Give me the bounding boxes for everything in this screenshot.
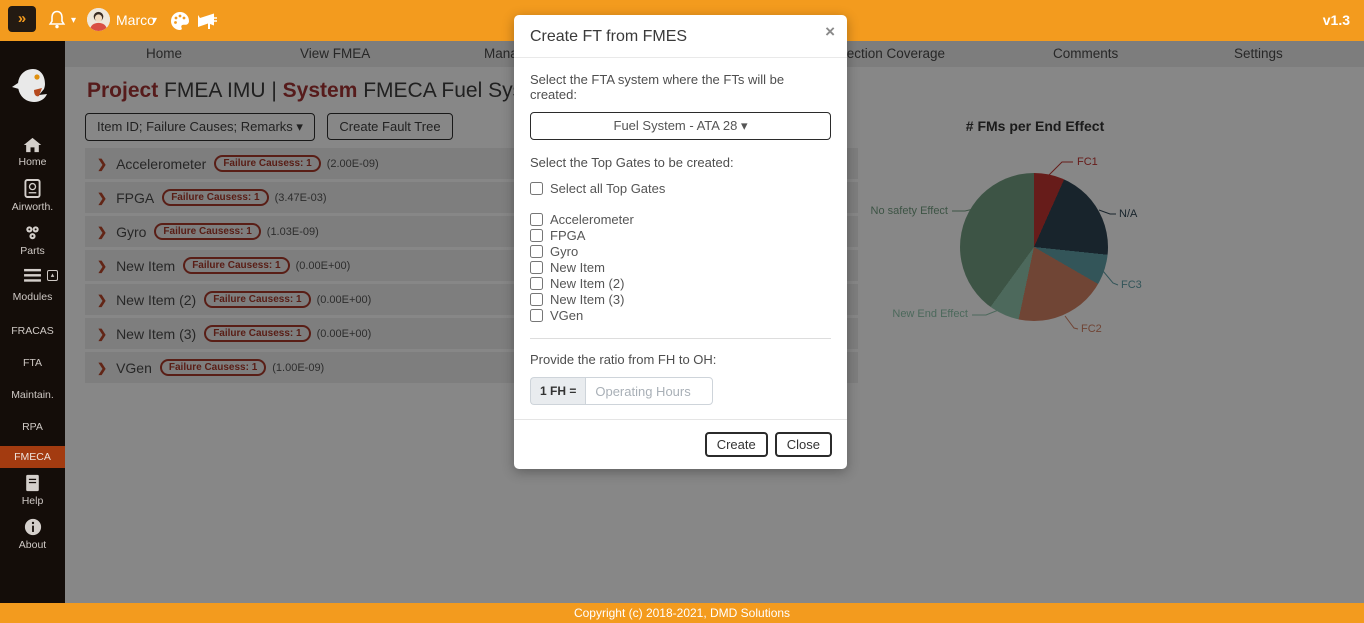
modal-close-icon[interactable]: × — [825, 23, 835, 40]
sidebar-item-home[interactable]: Home — [0, 137, 65, 168]
sidebar-item-airworthiness[interactable]: Airworth. — [0, 179, 65, 213]
checkbox[interactable] — [530, 182, 543, 195]
gates-checkbox-list: Accelerometer FPGA Gyro New Item New Ite… — [530, 211, 831, 323]
modules-menu-icon — [23, 268, 42, 283]
sidebar-item-parts[interactable]: Parts — [0, 224, 65, 257]
ratio-label: Provide the ratio from FH to OH: — [530, 352, 831, 367]
theme-palette-icon[interactable] — [168, 9, 192, 33]
sidebar-item-modules[interactable]: ▴ Modules — [0, 268, 65, 303]
about-info-icon — [24, 518, 42, 536]
top-gates-label: Select the Top Gates to be created: — [530, 155, 831, 170]
user-caret-down-icon[interactable]: ▾ — [152, 15, 157, 26]
gate-checkbox-new-item-3[interactable]: New Item (3) — [530, 291, 831, 307]
footer: Copyright (c) 2018-2021, DMD Solutions — [0, 603, 1364, 623]
checkbox[interactable] — [530, 277, 543, 290]
sidebar-item-help[interactable]: Help — [0, 474, 65, 507]
create-button[interactable]: Create — [705, 432, 768, 457]
create-ft-modal: Create FT from FMES × Select the FTA sys… — [514, 15, 847, 469]
checkbox[interactable] — [530, 261, 543, 274]
close-button[interactable]: Close — [775, 432, 832, 457]
sidebar-item-rpa[interactable]: RPA — [0, 418, 65, 433]
modal-header: Create FT from FMES × — [514, 15, 847, 58]
gate-checkbox-fpga[interactable]: FPGA — [530, 227, 831, 243]
bell-caret-down-icon[interactable]: ▾ — [71, 15, 76, 26]
modal-body: Select the FTA system where the FTs will… — [514, 58, 847, 419]
sidebar-item-fracas[interactable]: FRACAS — [0, 322, 65, 337]
dmd-robin-logo — [10, 63, 56, 113]
gate-checkbox-vgen[interactable]: VGen — [530, 307, 831, 323]
gate-checkbox-gyro[interactable]: Gyro — [530, 243, 831, 259]
sidebar-item-about[interactable]: About — [0, 518, 65, 551]
gate-checkbox-new-item-2[interactable]: New Item (2) — [530, 275, 831, 291]
checkbox[interactable] — [530, 229, 543, 242]
announcements-megaphone-icon[interactable] — [194, 9, 218, 33]
notifications-bell-icon[interactable] — [45, 8, 69, 32]
gate-checkbox-new-item[interactable]: New Item — [530, 259, 831, 275]
app: » ▾ Marco ▾ v1.3 — [0, 0, 1364, 623]
checkbox[interactable] — [530, 293, 543, 306]
modal-title: Create FT from FMES — [530, 28, 687, 45]
ratio-prefix: 1 FH = — [530, 377, 585, 405]
passport-icon — [24, 179, 41, 198]
sidebar-item-fta[interactable]: FTA — [0, 354, 65, 369]
sidebar-item-maintain[interactable]: Maintain. — [0, 386, 65, 401]
caret-down-icon: ▾ — [741, 118, 748, 133]
parts-icon — [23, 224, 42, 242]
select-all-top-gates-checkbox[interactable]: Select all Top Gates — [530, 180, 831, 196]
fta-system-label: Select the FTA system where the FTs will… — [530, 72, 831, 102]
help-book-icon — [24, 474, 41, 492]
checkbox[interactable] — [530, 309, 543, 322]
username-label: Marco — [116, 12, 155, 28]
modal-footer: Create Close — [514, 419, 847, 469]
checkbox[interactable] — [530, 245, 543, 258]
home-icon — [23, 137, 42, 153]
sidebar-item-fmeca[interactable]: FMECA — [0, 446, 65, 468]
modules-collapse-icon[interactable]: ▴ — [47, 270, 58, 281]
sidebar: Home Airworth. Parts — [0, 41, 65, 603]
divider — [530, 338, 831, 339]
app-version-label: v1.3 — [1323, 12, 1350, 28]
sidebar-toggle-button[interactable]: » — [8, 6, 36, 32]
fta-system-dropdown[interactable]: Fuel System - ATA 28 ▾ — [530, 112, 831, 140]
operating-hours-input[interactable] — [585, 377, 713, 405]
checkbox[interactable] — [530, 213, 543, 226]
copyright-text: Copyright (c) 2018-2021, DMD Solutions — [574, 606, 790, 620]
gate-checkbox-accelerometer[interactable]: Accelerometer — [530, 211, 831, 227]
ratio-input-group: 1 FH = — [530, 377, 831, 405]
user-avatar[interactable] — [87, 8, 110, 31]
